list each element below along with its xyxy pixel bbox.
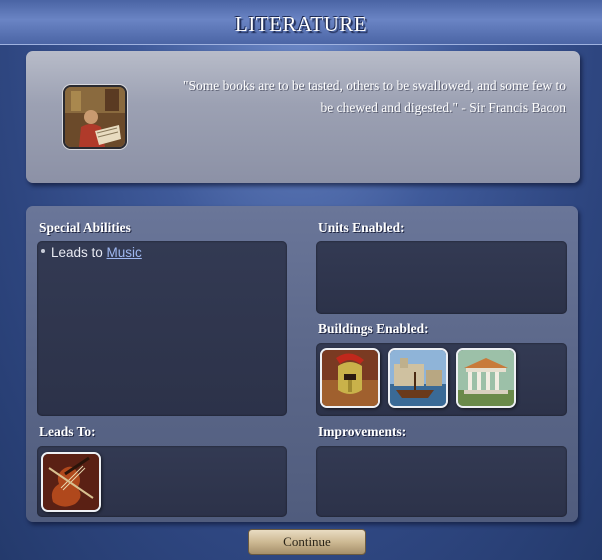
buildings-enabled-box: [316, 343, 567, 416]
bullet-icon: [41, 249, 45, 254]
special-abilities-box: Leads to Music: [37, 241, 287, 416]
units-enabled-box: [316, 241, 567, 314]
title-bar: LITERATURE: [0, 0, 602, 45]
gladiator-helmet-icon[interactable]: [320, 348, 380, 408]
improvements-box: [316, 446, 567, 517]
temple-building-icon[interactable]: [456, 348, 516, 408]
literature-scholar-icon: [63, 85, 127, 149]
leads-to-label: Leads To:: [39, 424, 96, 439]
units-enabled-label: Units Enabled:: [318, 220, 405, 235]
buildings-enabled-label: Buildings Enabled:: [318, 321, 429, 336]
info-panel: Special Abilities Leads to Music Units E…: [26, 206, 578, 522]
leads-to-box: [37, 446, 287, 517]
continue-button[interactable]: Continue: [248, 529, 366, 555]
quote-panel: "Some books are to be tasted, others to …: [26, 51, 580, 183]
improvements-label: Improvements:: [318, 424, 407, 439]
page-title: LITERATURE: [234, 12, 368, 36]
special-abilities-label: Special Abilities: [39, 220, 131, 235]
music-link[interactable]: Music: [107, 245, 142, 260]
ability-prefix: Leads to: [51, 245, 107, 260]
harbor-ship-icon[interactable]: [388, 348, 448, 408]
ability-item: Leads to Music: [41, 245, 142, 260]
quote-text: "Some books are to be tasted, others to …: [182, 78, 566, 115]
violin-music-icon[interactable]: [41, 452, 101, 512]
